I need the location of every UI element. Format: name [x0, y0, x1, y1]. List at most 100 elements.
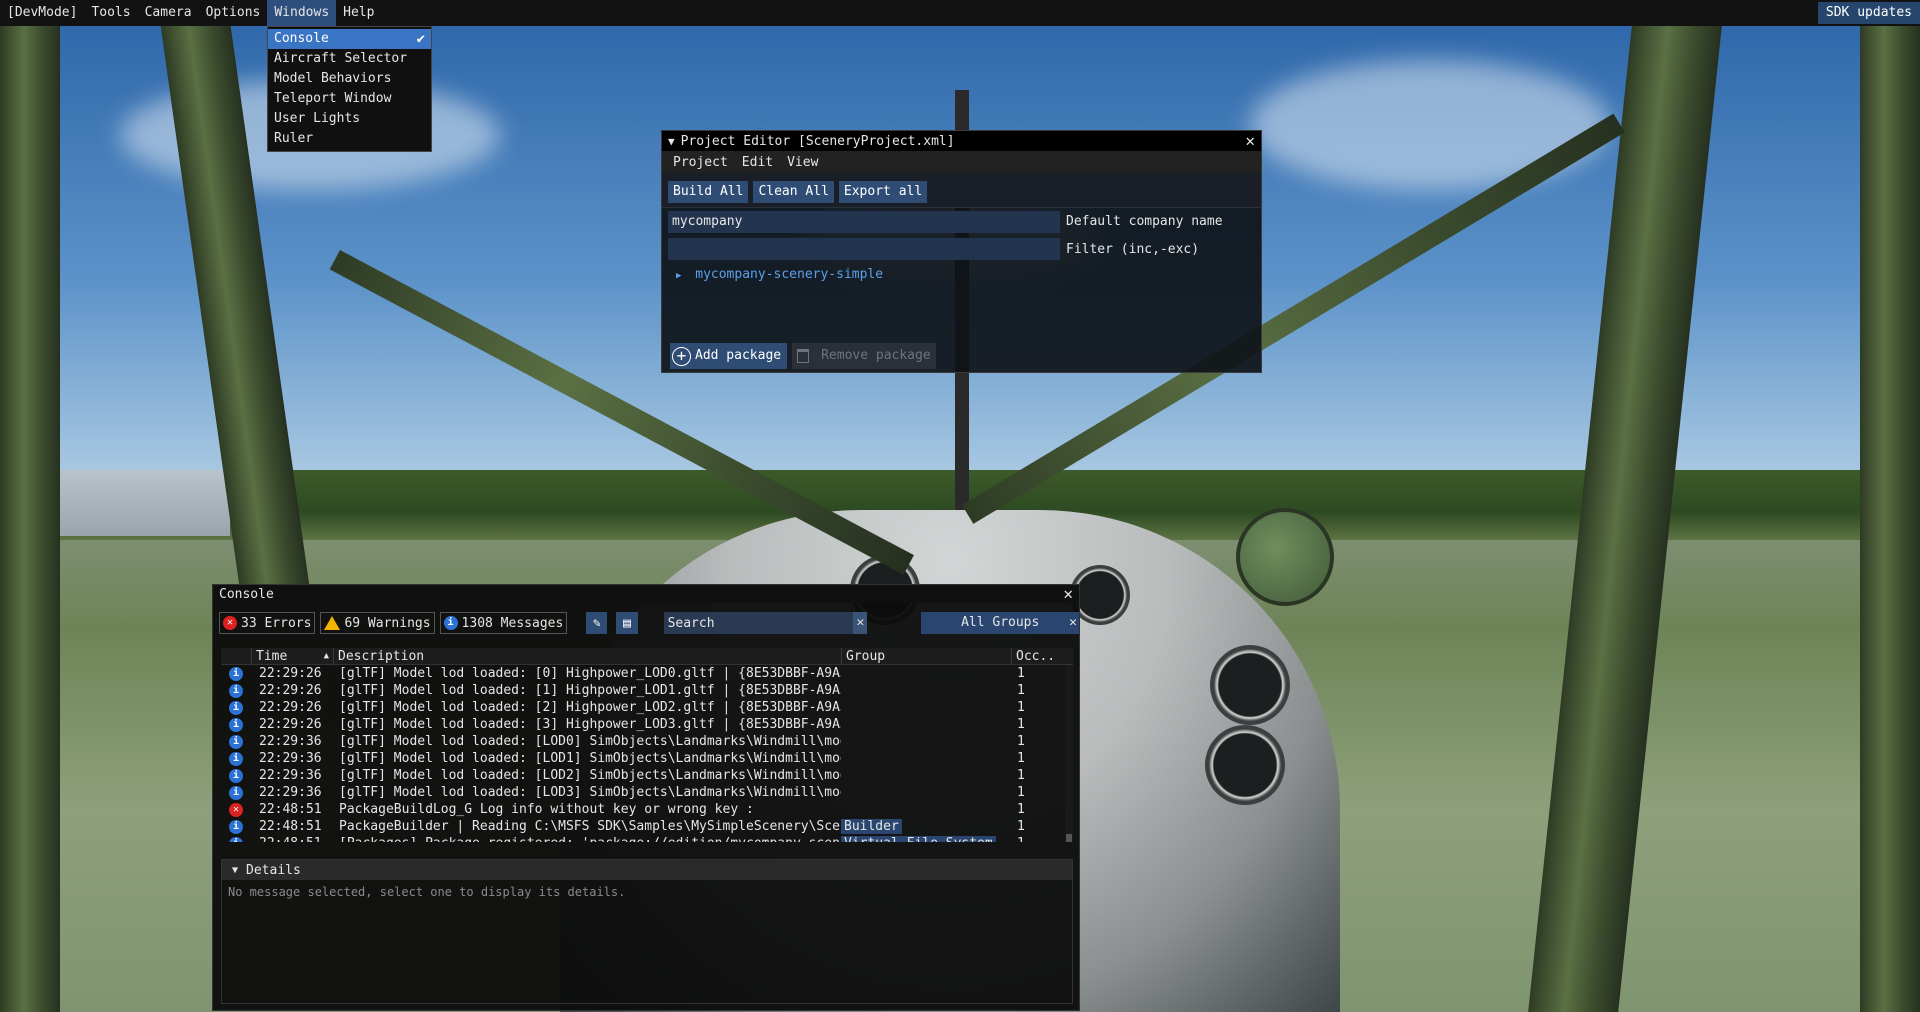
menu-help[interactable]: Help	[336, 0, 381, 26]
close-icon[interactable]: ✕	[1063, 585, 1073, 603]
column-header-group[interactable]: Group	[841, 648, 1011, 665]
table-header: Time ▲ Description Group Occ..	[221, 648, 1073, 665]
row-occurrences: 1	[1017, 683, 1025, 698]
console-titlebar[interactable]: Console ✕	[213, 585, 1079, 603]
row-time: 22:29:36	[259, 751, 322, 766]
project-editor-title: Project Editor [SceneryProject.xml]	[680, 133, 955, 149]
dropdown-item-ruler[interactable]: Ruler	[268, 129, 431, 149]
row-description: [glTF] Model lod loaded: [LOD3] SimObjec…	[339, 785, 841, 800]
collapse-triangle-icon[interactable]: ▼	[232, 865, 238, 876]
copy-log-button[interactable]: ▤	[616, 612, 638, 634]
info-icon: i	[229, 819, 243, 834]
menu-options[interactable]: Options	[199, 0, 268, 26]
console-title: Console	[219, 586, 274, 602]
clear-groups-icon[interactable]: ✕	[1067, 612, 1079, 634]
menu-project[interactable]: Project	[666, 155, 735, 170]
package-tree-item[interactable]: ▶ mycompany-scenery-simple	[662, 263, 1261, 285]
dropdown-item-teleport-window[interactable]: Teleport Window	[268, 89, 431, 109]
close-icon[interactable]: ✕	[1245, 131, 1255, 151]
menu-view[interactable]: View	[780, 155, 825, 170]
warnings-filter-toggle[interactable]: 69 Warnings	[320, 612, 435, 634]
row-group: Virtual File System	[841, 835, 1011, 842]
row-occurrences: 1	[1011, 835, 1067, 842]
row-icon-cell: i	[221, 734, 251, 749]
table-row[interactable]: i 22:29:26 [glTF] Model lod loaded: [3] Hi…	[221, 716, 1073, 733]
column-header-icon[interactable]	[221, 648, 251, 665]
company-name-label: Default company name	[1066, 214, 1223, 229]
row-icon-cell: i	[221, 819, 251, 834]
table-row[interactable]: ✕ 22:48:51 PackageBuildLog_G Log info with…	[221, 801, 1073, 818]
info-icon: i	[229, 768, 243, 783]
document-icon: ▤	[623, 615, 631, 631]
remove-package-button[interactable]: Remove package	[792, 343, 936, 369]
project-editor-titlebar[interactable]: ▼ Project Editor [SceneryProject.xml] ✕	[662, 131, 1261, 151]
table-row[interactable]: i 22:29:36 [glTF] Model lod loaded: [LOD0]…	[221, 733, 1073, 750]
company-name-input[interactable]: mycompany	[668, 210, 1060, 233]
plus-circle-icon: +	[672, 346, 691, 366]
project-editor-menubar: Project Edit View	[662, 151, 1261, 173]
messages-filter-toggle[interactable]: i 1308 Messages	[439, 612, 568, 634]
export-all-button[interactable]: Export all	[838, 181, 928, 203]
row-icon-cell: i	[221, 751, 251, 766]
groups-select[interactable]: All Groups ✕	[921, 612, 1079, 634]
row-description: [glTF] Model lod loaded: [LOD0] SimObjec…	[339, 734, 841, 749]
clear-search-icon[interactable]: ✕	[853, 612, 868, 634]
details-header[interactable]: ▼ Details	[222, 860, 1072, 880]
table-row[interactable]: i 22:48:51 PackageBuilder | Reading C:\MSF…	[221, 818, 1073, 835]
row-icon-cell: i	[221, 768, 251, 783]
dropdown-item-user-lights[interactable]: User Lights	[268, 109, 431, 129]
package-actions: + Add package Remove package	[670, 343, 936, 369]
menu-windows[interactable]: Windows	[267, 0, 337, 26]
menu-devmode[interactable]: [DevMode]	[0, 0, 84, 26]
table-row[interactable]: i 22:29:36 [glTF] Model lod loaded: [LOD1]…	[221, 750, 1073, 767]
filter-row: Filter (inc,-exc)	[662, 235, 1261, 263]
row-description: [Packages] Package registered: 'package:…	[333, 835, 841, 842]
build-all-button[interactable]: Build All	[668, 181, 749, 203]
expand-arrow-icon[interactable]: ▶	[676, 271, 681, 281]
menu-camera[interactable]: Camera	[138, 0, 199, 26]
column-header-occurrences[interactable]: Occ..	[1011, 648, 1067, 665]
row-time: 22:29:26	[259, 683, 322, 698]
eraser-icon: ✎	[592, 615, 601, 631]
remove-package-label: Remove package	[821, 348, 931, 363]
row-time: 22:29:36	[259, 768, 322, 783]
table-row[interactable]: i 22:29:36 [glTF] Model lod loaded: [LOD3]…	[221, 784, 1073, 801]
row-description: [glTF] Model lod loaded: [2] Highpower_L…	[339, 700, 841, 715]
row-icon-cell: i	[221, 717, 251, 732]
column-header-time[interactable]: Time ▲	[251, 648, 333, 665]
collapse-triangle-icon[interactable]: ▼	[668, 135, 675, 148]
menu-edit[interactable]: Edit	[735, 155, 780, 170]
row-description: [glTF] Model lod loaded: [LOD2] SimObjec…	[339, 768, 841, 783]
table-row[interactable]: i 22:29:26 [glTF] Model lod loaded: [0] Hi…	[221, 665, 1073, 682]
table-row[interactable]: i 22:29:26 [glTF] Model lod loaded: [1] Hi…	[221, 682, 1073, 699]
log-rows: i 22:29:26 [glTF] Model lod loaded: [0] Hi…	[221, 665, 1073, 842]
add-package-button[interactable]: + Add package	[670, 343, 788, 369]
dropdown-item-aircraft-selector[interactable]: Aircraft Selector	[268, 49, 431, 69]
clean-all-button[interactable]: Clean All	[753, 181, 834, 203]
row-occurrences: 1	[1017, 734, 1025, 749]
row-icon-cell: i	[221, 683, 251, 698]
search-input[interactable]: Search ✕	[663, 612, 868, 634]
dropdown-item-console[interactable]: Console ✔	[268, 29, 431, 49]
row-time: 22:48:51	[259, 802, 322, 817]
row-occurrences: 1	[1017, 802, 1025, 817]
table-row[interactable]: i 22:29:26 [glTF] Model lod loaded: [2] Hi…	[221, 699, 1073, 716]
filter-input[interactable]	[668, 238, 1060, 260]
row-occurrences: 1	[1017, 717, 1025, 732]
log-scrollbar[interactable]	[1065, 665, 1073, 842]
info-icon: i	[229, 666, 243, 681]
dropdown-item-model-behaviors[interactable]: Model Behaviors	[268, 69, 431, 89]
table-row[interactable]: i 22:48:51[Packages] Package registered: …	[221, 835, 1073, 842]
sdk-updates-button[interactable]: SDK updates	[1817, 2, 1920, 24]
column-header-description[interactable]: Description	[333, 648, 841, 665]
sort-ascending-icon: ▲	[323, 651, 329, 661]
errors-filter-toggle[interactable]: ✕ 33 Errors	[219, 612, 316, 634]
warning-icon	[324, 616, 341, 630]
clear-console-button[interactable]: ✎	[586, 612, 608, 634]
scrollbar-thumb[interactable]	[1066, 834, 1072, 842]
column-time-label: Time	[256, 649, 288, 664]
table-row[interactable]: i 22:29:36 [glTF] Model lod loaded: [LOD2]…	[221, 767, 1073, 784]
row-occurrences: 1	[1017, 819, 1025, 834]
project-editor-window: ▼ Project Editor [SceneryProject.xml] ✕ …	[661, 130, 1262, 373]
menu-tools[interactable]: Tools	[84, 0, 137, 26]
